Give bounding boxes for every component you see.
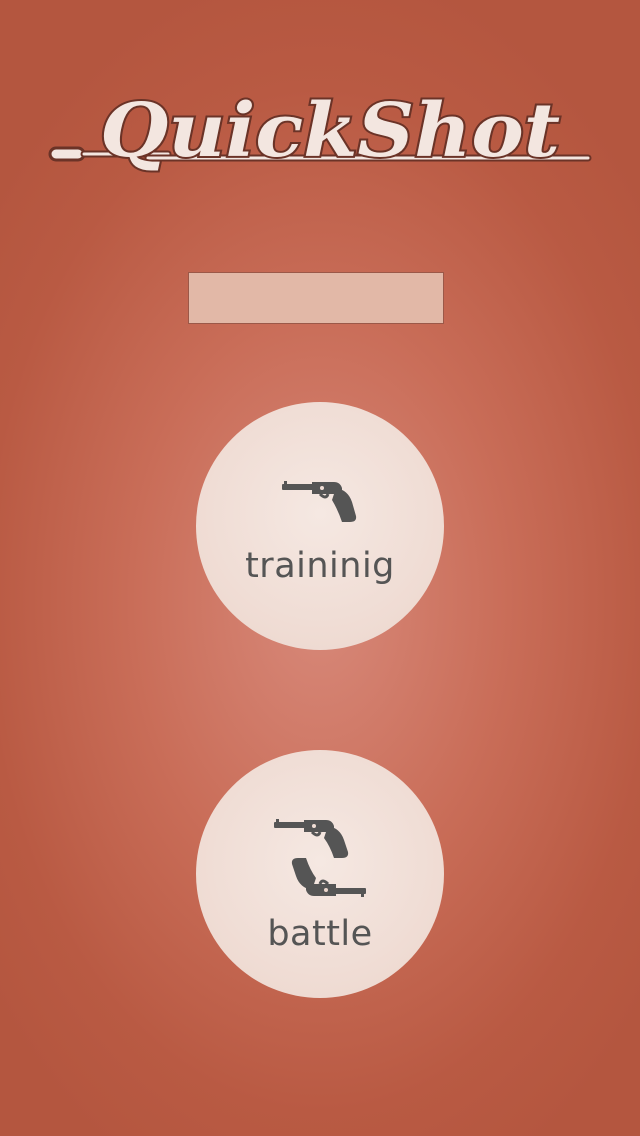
battle-label: battle bbox=[267, 914, 373, 954]
logo-text: QuickShot bbox=[100, 88, 560, 174]
dual-revolvers-icon bbox=[274, 818, 366, 902]
training-button[interactable]: traininig bbox=[196, 402, 444, 650]
player-name-field[interactable] bbox=[188, 272, 444, 324]
battle-button[interactable]: battle bbox=[196, 750, 444, 998]
revolver-icon bbox=[282, 480, 358, 528]
training-label: traininig bbox=[245, 546, 395, 586]
quickshot-logo: QuickShot bbox=[48, 82, 593, 187]
